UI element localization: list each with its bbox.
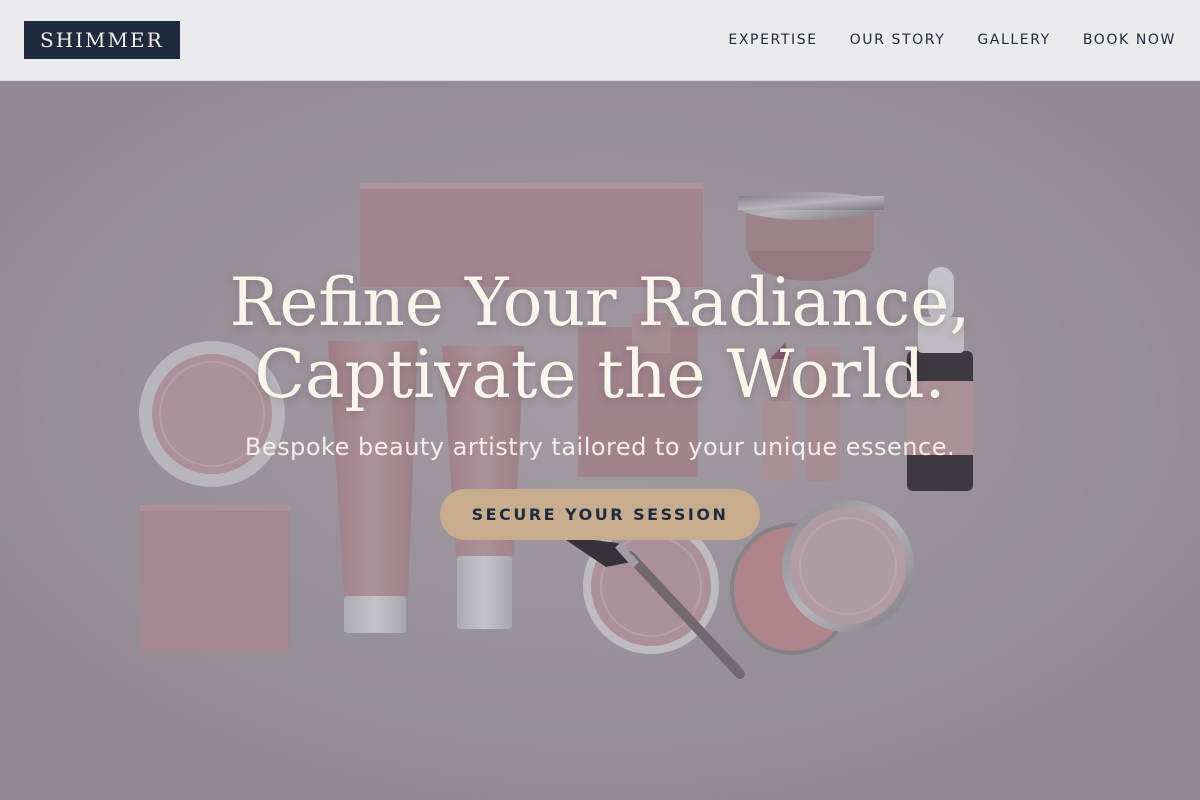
nav-item-gallery[interactable]: GALLERY	[977, 32, 1050, 48]
brand-logo[interactable]: SHIMMER	[24, 21, 180, 59]
hero-section: Refine Your Radiance, Captivate the Worl…	[0, 81, 1200, 800]
hero-content: Refine Your Radiance, Captivate the Worl…	[0, 81, 1200, 800]
site-header: SHIMMER EXPERTISE OUR STORY GALLERY BOOK…	[0, 0, 1200, 81]
hero-subheadline: Bespoke beauty artistry tailored to your…	[244, 433, 956, 461]
nav-item-our-story[interactable]: OUR STORY	[850, 32, 946, 48]
nav-item-expertise[interactable]: EXPERTISE	[728, 32, 817, 48]
hero-headline: Refine Your Radiance, Captivate the Worl…	[150, 267, 1050, 411]
secure-session-button[interactable]: SECURE YOUR SESSION	[440, 489, 760, 540]
hero-headline-line2: Captivate the World.	[254, 336, 946, 413]
main-nav: EXPERTISE OUR STORY GALLERY BOOK NOW	[728, 32, 1176, 48]
brand-logo-text: SHIMMER	[40, 28, 164, 52]
nav-item-book-now[interactable]: BOOK NOW	[1083, 32, 1176, 48]
hero-headline-line1: Refine Your Radiance,	[229, 264, 971, 341]
